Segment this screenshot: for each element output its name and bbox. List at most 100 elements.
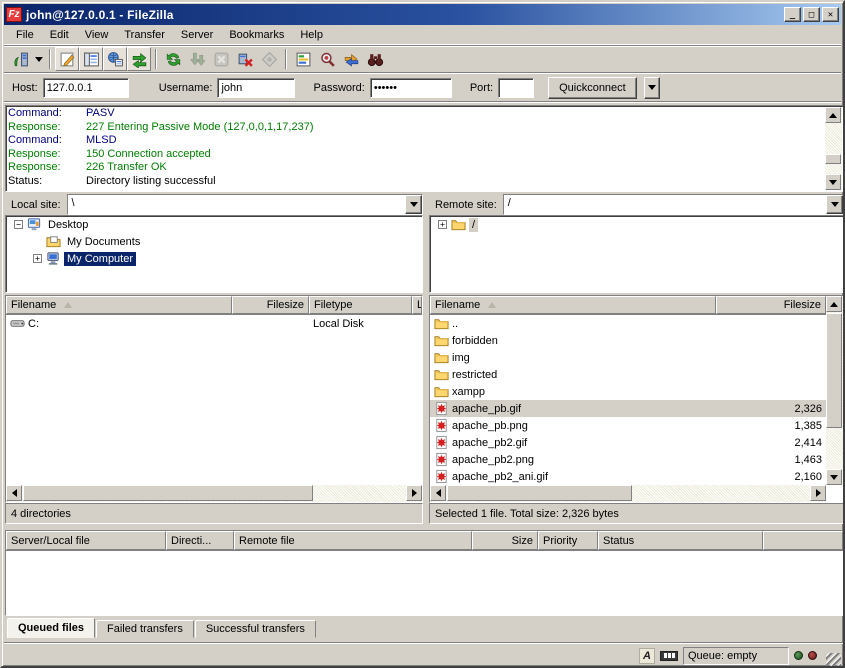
- process-queue-icon: [189, 51, 206, 68]
- column-header-filename[interactable]: Filename: [6, 296, 232, 314]
- synchronized-browsing-button[interactable]: [339, 47, 363, 71]
- tab-failed-transfers[interactable]: Failed transfers: [96, 620, 194, 638]
- title-bar[interactable]: Fz john@127.0.0.1 - FileZilla _ □ ✕: [4, 4, 841, 25]
- scroll-down-button[interactable]: [826, 469, 842, 485]
- remote-vertical-scrollbar[interactable]: [826, 296, 843, 485]
- process-queue-button[interactable]: [185, 47, 209, 71]
- column-header-filetype[interactable]: Filetype: [309, 296, 412, 314]
- filter-button[interactable]: [291, 47, 315, 71]
- resize-grip[interactable]: [826, 653, 841, 668]
- menu-edit[interactable]: Edit: [42, 27, 77, 43]
- menu-view[interactable]: View: [77, 27, 117, 43]
- local-site-combo-dropdown[interactable]: [405, 195, 422, 214]
- file-row-c-drive[interactable]: C: Local Disk: [6, 315, 422, 332]
- tree-item-root[interactable]: + /: [430, 216, 843, 233]
- scrollbar-thumb[interactable]: [23, 485, 313, 501]
- tree-item-label-selected[interactable]: My Computer: [64, 252, 136, 266]
- file-row[interactable]: xampp: [430, 383, 826, 400]
- username-input[interactable]: [217, 78, 295, 98]
- menu-server[interactable]: Server: [173, 27, 221, 43]
- host-input[interactable]: [43, 78, 129, 98]
- scrollbar-thumb[interactable]: [447, 485, 632, 501]
- column-header-filesize[interactable]: Filesize: [716, 296, 826, 314]
- tab-successful-transfers[interactable]: Successful transfers: [195, 620, 316, 638]
- refresh-button[interactable]: [161, 47, 185, 71]
- toolbar-separator: [285, 49, 287, 69]
- tree-item-label[interactable]: Desktop: [45, 218, 91, 232]
- local-site-combo[interactable]: \: [67, 194, 423, 215]
- local-horizontal-scrollbar[interactable]: [6, 485, 422, 502]
- close-button[interactable]: ✕: [822, 7, 839, 22]
- column-header-filename[interactable]: Filename: [430, 296, 716, 314]
- column-header-direction[interactable]: Directi...: [166, 531, 234, 550]
- file-row[interactable]: apache_pb2.gif 2,414: [430, 434, 826, 451]
- reconnect-button[interactable]: [257, 47, 281, 71]
- cancel-operation-button[interactable]: [209, 47, 233, 71]
- expand-icon[interactable]: +: [438, 220, 447, 229]
- minimize-button[interactable]: _: [784, 7, 801, 22]
- scroll-up-button[interactable]: [826, 296, 842, 312]
- tree-item-my-documents[interactable]: My Documents: [6, 233, 422, 250]
- directory-comparison-button[interactable]: [315, 47, 339, 71]
- tree-item-label-selected[interactable]: /: [469, 218, 478, 232]
- maximize-button[interactable]: □: [803, 7, 820, 22]
- file-row[interactable]: apache_pb.png 1,385: [430, 417, 826, 434]
- collapse-icon[interactable]: −: [14, 220, 23, 229]
- remote-site-combo-dropdown[interactable]: [826, 195, 843, 214]
- column-header-priority[interactable]: Priority: [538, 531, 598, 550]
- tree-item-label[interactable]: My Documents: [64, 235, 143, 249]
- remote-site-path[interactable]: /: [504, 195, 826, 214]
- scroll-down-button[interactable]: [825, 174, 841, 190]
- column-header-server-local-file[interactable]: Server/Local file: [6, 531, 166, 550]
- column-header-size[interactable]: Size: [472, 531, 538, 550]
- password-input[interactable]: [370, 78, 452, 98]
- menu-transfer[interactable]: Transfer: [116, 27, 173, 43]
- find-files-button[interactable]: [363, 47, 387, 71]
- scrollbar-thumb[interactable]: [825, 154, 841, 164]
- scroll-up-button[interactable]: [825, 107, 841, 123]
- port-input[interactable]: [498, 78, 534, 98]
- log-vertical-scrollbar[interactable]: [825, 107, 842, 190]
- tab-queued-files[interactable]: Queued files: [7, 618, 95, 638]
- file-row[interactable]: apache_pb2_ani.gif 2,160: [430, 468, 826, 485]
- menu-file[interactable]: File: [8, 27, 42, 43]
- tree-item-desktop[interactable]: − Desktop: [6, 216, 422, 233]
- column-header-filesize[interactable]: Filesize: [232, 296, 309, 314]
- transfer-queue-icon: [131, 51, 148, 68]
- disconnect-button[interactable]: [233, 47, 257, 71]
- column-header-last-modified[interactable]: L: [412, 296, 422, 314]
- scrollbar-thumb[interactable]: [826, 313, 842, 428]
- scroll-left-button[interactable]: [6, 485, 22, 501]
- tree-item-my-computer[interactable]: + My Computer: [6, 250, 422, 267]
- remote-horizontal-scrollbar[interactable]: [430, 485, 826, 502]
- local-site-path[interactable]: \: [68, 195, 405, 214]
- file-row[interactable]: forbidden: [430, 332, 826, 349]
- remote-site-combo[interactable]: /: [503, 194, 844, 215]
- scroll-right-button[interactable]: [810, 485, 826, 501]
- site-manager-button[interactable]: [8, 47, 32, 71]
- window-title: john@127.0.0.1 - FileZilla: [26, 8, 782, 22]
- queue-list[interactable]: [6, 550, 843, 615]
- toggle-transfer-queue-button[interactable]: [127, 47, 151, 71]
- toggle-local-tree-button[interactable]: [79, 47, 103, 71]
- quickconnect-button[interactable]: Quickconnect: [548, 77, 637, 99]
- toggle-remote-tree-button[interactable]: [103, 47, 127, 71]
- folder-icon: [434, 333, 449, 348]
- site-manager-dropdown[interactable]: [32, 48, 45, 70]
- file-row[interactable]: img: [430, 349, 826, 366]
- reconnect-icon: [261, 51, 278, 68]
- scroll-left-button[interactable]: [430, 485, 446, 501]
- menu-help[interactable]: Help: [292, 27, 331, 43]
- expand-icon[interactable]: +: [33, 254, 42, 263]
- file-row[interactable]: apache_pb2.png 1,463: [430, 451, 826, 468]
- toggle-message-log-button[interactable]: [55, 47, 79, 71]
- scroll-right-button[interactable]: [406, 485, 422, 501]
- column-header-remote-file[interactable]: Remote file: [234, 531, 472, 550]
- menu-bookmarks[interactable]: Bookmarks: [221, 27, 292, 43]
- column-header-status[interactable]: Status: [598, 531, 763, 550]
- file-row[interactable]: ..: [430, 315, 826, 332]
- quickconnect-dropdown[interactable]: [644, 77, 660, 99]
- file-row-selected[interactable]: apache_pb.gif 2,326: [430, 400, 826, 417]
- file-row[interactable]: restricted: [430, 366, 826, 383]
- folder-icon: [434, 316, 449, 331]
